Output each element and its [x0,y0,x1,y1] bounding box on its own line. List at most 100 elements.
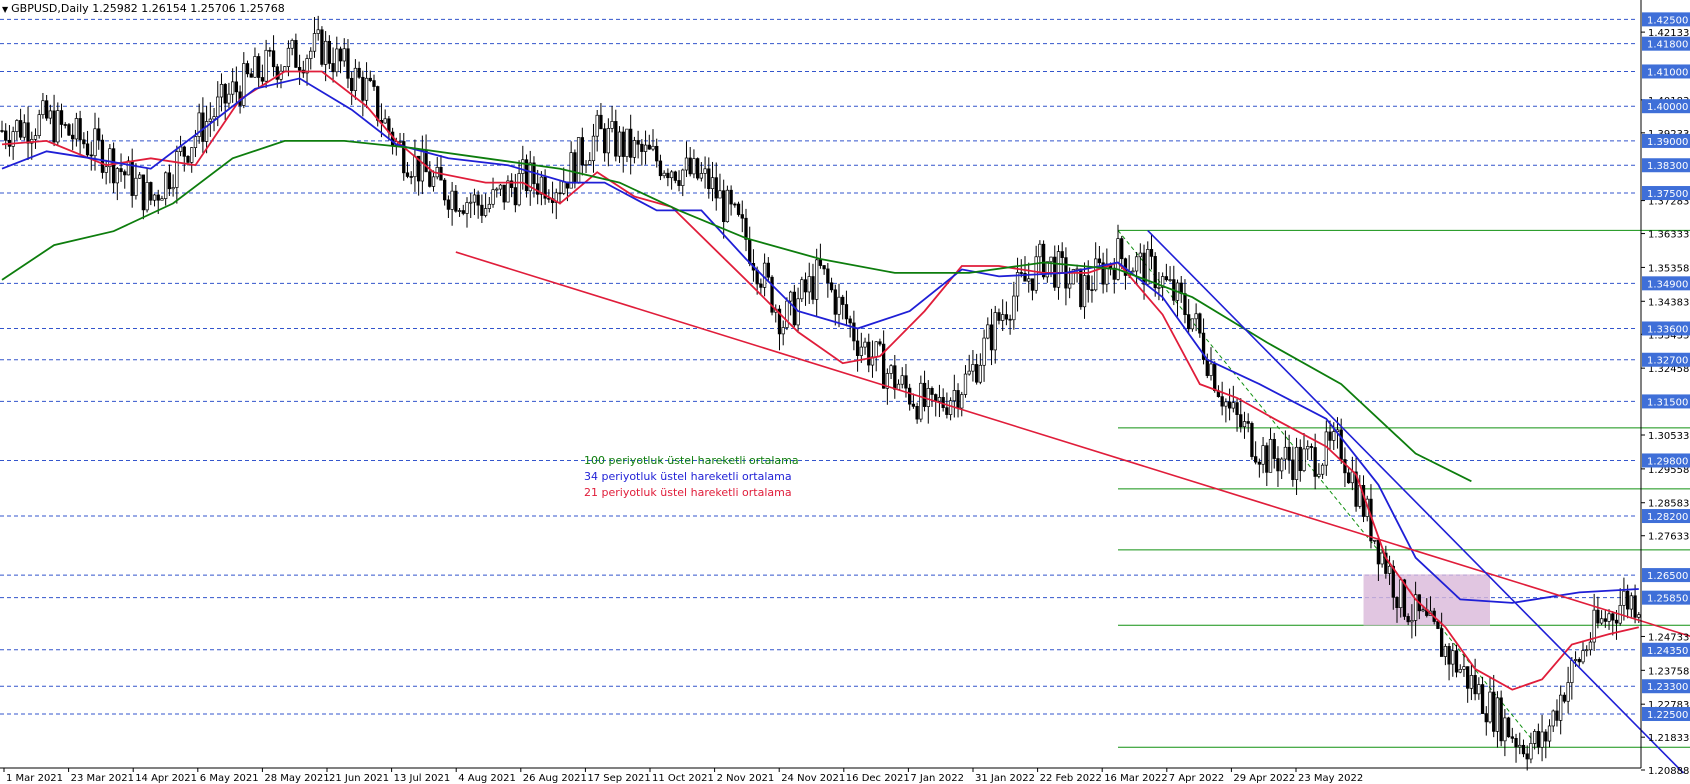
time-label-10: 11 Oct 2021 [652,773,714,784]
candle-body [372,80,376,87]
candle-body [1253,456,1258,463]
candle-body [599,114,603,130]
candle-body [1633,595,1637,618]
candle-body [182,146,186,157]
candle-body [744,217,748,240]
candle-body [193,136,198,148]
candle-body [480,204,484,216]
candle-body [1506,717,1511,738]
candle-body [997,312,1001,321]
candle-body [413,155,417,178]
candle-body [874,341,878,358]
candle-body [1406,616,1410,623]
candle-body [491,189,495,205]
candle-body [1272,438,1276,459]
candle-body [368,77,372,81]
candle-body [908,387,912,405]
candle-body [829,282,834,291]
candle-body [186,155,190,163]
plot-area [0,0,1650,768]
level-tag-1: 1.41800 [1647,40,1688,51]
candle-body [465,202,469,214]
candle-body [164,172,168,199]
candle-body [610,121,614,129]
candle-body [457,210,462,212]
candle-body [1194,313,1198,320]
header-low: 1.25706 [190,2,236,15]
candle-body [636,140,640,145]
candle-body [1395,596,1399,608]
candle-body [1250,423,1254,457]
candle-body [469,201,473,204]
time-label-1: 23 Mar 2021 [71,773,134,784]
candle-body [257,56,261,78]
candle-body [703,168,707,174]
candle-body [1466,666,1470,689]
level-tag-7: 1.34900 [1647,279,1688,290]
candle-body [1332,431,1336,441]
candle-body [1399,579,1403,608]
level-tag-16: 1.23300 [1647,682,1688,693]
candle-body [424,149,428,173]
level-tag-13: 1.26500 [1647,571,1688,582]
candle-body [844,304,849,320]
candle-body [283,66,287,72]
candle-body [1514,738,1518,748]
candle-body [807,276,811,293]
candle-body [260,77,265,82]
candle-body [156,194,160,201]
candle-body [803,279,808,293]
candle-body [922,382,927,407]
price-chart[interactable]: 1.36424 100.01.30739 61.81.28983 50.01.2… [0,0,1690,784]
candle-body [82,139,86,145]
level-tag-3: 1.40000 [1647,102,1688,113]
candle-body [253,56,257,78]
candle-body [309,50,313,59]
candle-body [1149,249,1154,257]
candle-body [1566,682,1570,702]
level-tag-6: 1.37500 [1647,189,1688,200]
candle-body [1410,620,1414,623]
candle-body [1387,565,1392,574]
candle-body [651,145,655,150]
level-tag-15: 1.24350 [1647,646,1688,657]
candle-body [361,76,365,101]
level-tag-12: 1.28200 [1647,512,1688,523]
candle-body [145,182,149,211]
candle-body [1573,659,1578,661]
candle-body [960,394,964,409]
candle-body [74,118,79,140]
candle-body [1235,402,1239,415]
candle-body [119,168,123,173]
time-label-0: 1 Mar 2021 [6,773,63,784]
candle-body [859,346,863,356]
candle-body [67,124,71,136]
candle-body [1555,710,1559,721]
price-label-9: 1.30533 [1648,431,1689,442]
candle-body [855,340,860,356]
time-label-16: 22 Feb 2022 [1040,773,1102,784]
candle-body [643,144,648,152]
candle-body [15,120,19,132]
legend-ema34: 34 periyotluk üstel hareketli ortalama [584,470,792,483]
candle-body [1227,401,1232,409]
time-label-18: 7 Apr 2022 [1169,773,1224,784]
candle-body [141,174,146,211]
candle-body [926,388,930,407]
candle-body [1082,275,1087,308]
candle-body [666,172,670,179]
candle-body [934,394,938,402]
candle-body [580,137,584,166]
header-high: 1.26154 [141,2,187,15]
collapse-triangle-icon[interactable]: ▼ [2,5,8,14]
candle-body [904,375,908,389]
candle-body [841,296,845,305]
candle-body [290,40,294,49]
candle-body [446,199,451,210]
level-tag-14: 1.25850 [1647,594,1688,605]
candle-body [1213,363,1217,392]
candle-body [736,203,741,215]
candle-body [201,112,205,142]
candle-body [409,176,413,178]
candle-body [1086,275,1090,290]
